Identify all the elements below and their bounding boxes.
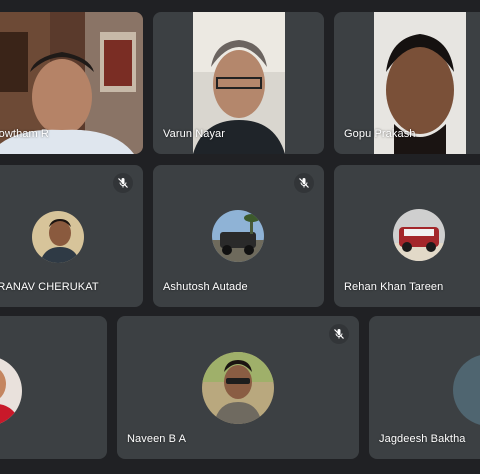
participant-avatar — [212, 210, 264, 262]
microphone-off-icon — [113, 173, 133, 193]
participant-tile-unnamed[interactable] — [0, 316, 107, 459]
participant-name: Rehan Khan Tareen — [344, 281, 444, 293]
participant-tile-gowtham[interactable]: Gowtham R — [0, 12, 143, 154]
participant-avatar — [393, 209, 445, 261]
microphone-off-icon — [294, 173, 314, 193]
participant-tile-naveen[interactable]: Naveen B A — [117, 316, 359, 459]
participant-tile-rehan[interactable]: Rehan Khan Tareen — [334, 165, 480, 307]
participant-avatar — [202, 352, 274, 424]
participant-tile-ashutosh[interactable]: Ashutosh Autade — [153, 165, 324, 307]
participant-tile-pranav[interactable]: PRANAV CHERUKAT — [0, 165, 143, 307]
participant-name: PRANAV CHERUKAT — [0, 281, 99, 293]
participant-tile-jagdeesh[interactable]: Jagdeesh Baktha — [369, 316, 480, 459]
participant-name: Ashutosh Autade — [163, 281, 248, 293]
participant-name: Gopu Prakash — [344, 128, 416, 140]
participant-tile-varun[interactable]: Varun Nayar — [153, 12, 324, 154]
participant-avatar — [453, 354, 480, 426]
microphone-off-icon — [329, 324, 349, 344]
participant-avatar — [0, 356, 22, 426]
participant-avatar — [32, 211, 84, 263]
participant-name: Naveen B A — [127, 433, 187, 445]
participant-name: Jagdeesh Baktha — [379, 433, 466, 445]
participant-name: Varun Nayar — [163, 128, 226, 140]
participant-tile-gopu[interactable]: Gopu Prakash — [334, 12, 480, 154]
participant-name: Gowtham R — [0, 128, 49, 140]
